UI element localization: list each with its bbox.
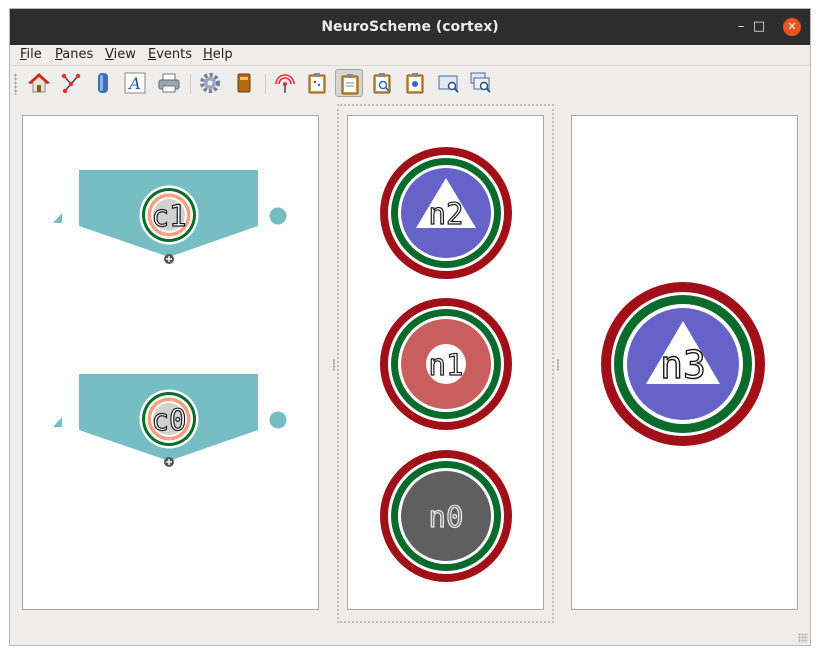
column-input-triangle-icon: [53, 417, 62, 427]
menu-panes-label: anes: [62, 47, 94, 62]
menu-help-mnemonic: H: [203, 47, 213, 62]
screen-zoom-multi-icon: [470, 72, 491, 93]
column-label: c0: [152, 403, 187, 437]
home-icon: [28, 73, 50, 93]
neuron-label: n0: [429, 500, 464, 534]
menu-help-label: elp: [212, 47, 233, 62]
menu-events-mnemonic: E: [148, 47, 157, 62]
splitter-handle[interactable]: [557, 359, 559, 371]
clipboard-check-icon: [341, 74, 359, 95]
layout-button[interactable]: [89, 69, 117, 97]
column-output-circle-icon: [269, 411, 287, 429]
neuron-label: n1: [429, 348, 464, 382]
printer-icon: [158, 73, 180, 93]
menu-view-label: iew: [113, 47, 136, 62]
left-pane-columns[interactable]: c1 c0: [22, 115, 319, 610]
maximize-button[interactable]: □: [750, 18, 768, 36]
main-window: NeuroScheme (cortex) – □ ✕ File Panes Vi…: [9, 8, 811, 646]
toolbar-grip-handle[interactable]: [14, 73, 17, 95]
neuron-label: n2: [429, 197, 464, 231]
toolbar: A: [10, 66, 810, 102]
connectivity-button[interactable]: [57, 69, 85, 97]
menu-help[interactable]: Help: [203, 47, 233, 62]
toolbar-separator: [265, 74, 266, 94]
menu-events-label: vents: [156, 47, 193, 62]
screen-zoom-multi-button[interactable]: [467, 69, 495, 97]
clipboard-search-icon: [373, 73, 391, 94]
minimize-button[interactable]: –: [732, 18, 750, 36]
clipboard-button[interactable]: [303, 69, 331, 97]
layout-icon: [98, 73, 108, 93]
neuron-label: n3: [660, 343, 706, 387]
column-input-triangle-icon: [53, 213, 62, 223]
splitter-handle[interactable]: [333, 359, 335, 371]
column-label: c1: [152, 199, 187, 233]
right-pane-neurons[interactable]: n3: [571, 115, 798, 610]
clipboard-list-icon: [406, 73, 424, 94]
screen-zoom-button[interactable]: [435, 69, 463, 97]
title-bar[interactable]: NeuroScheme (cortex) – □ ✕: [10, 9, 810, 45]
menu-bar: File Panes View Events Help: [10, 45, 810, 66]
column-item[interactable]: c1: [53, 170, 287, 264]
svg-text:A: A: [127, 74, 141, 93]
close-button[interactable]: ✕: [783, 18, 801, 36]
book-icon: [237, 73, 251, 93]
menu-events[interactable]: Events: [148, 47, 192, 62]
window-title: NeuroScheme (cortex): [321, 19, 499, 35]
settings-button[interactable]: [196, 69, 224, 97]
broadcast-button[interactable]: [271, 69, 299, 97]
settings-gear-icon: [200, 73, 220, 93]
middle-pane-neurons[interactable]: n2 n1 n0: [347, 115, 544, 610]
broadcast-icon: [275, 74, 295, 93]
clipboard-check-button[interactable]: [335, 69, 363, 97]
text-labels-button[interactable]: A: [121, 69, 149, 97]
menu-view[interactable]: View: [105, 47, 136, 62]
menu-view-mnemonic: V: [105, 47, 114, 62]
toolbar-separator: [190, 74, 191, 94]
clipboard-list-button[interactable]: [401, 69, 429, 97]
clipboard-search-button[interactable]: [368, 69, 396, 97]
clipboard-icon: [308, 73, 326, 94]
screen-zoom-icon: [438, 75, 459, 93]
neuron-item[interactable]: n3: [601, 282, 765, 446]
menu-file[interactable]: File: [20, 47, 42, 62]
home-button[interactable]: [25, 69, 53, 97]
column-item[interactable]: c0: [53, 374, 287, 467]
connectivity-icon: [61, 73, 81, 94]
window-resize-grip[interactable]: [798, 633, 808, 643]
book-button[interactable]: [230, 69, 258, 97]
neuron-item[interactable]: n1: [380, 298, 512, 430]
neuron-item[interactable]: n2: [380, 147, 512, 279]
text-icon: A: [124, 72, 146, 94]
column-output-circle-icon: [269, 207, 287, 225]
neuron-item[interactable]: n0: [380, 450, 512, 582]
print-button[interactable]: [155, 69, 183, 97]
menu-file-label: ile: [26, 47, 42, 62]
menu-panes[interactable]: Panes: [55, 47, 93, 62]
